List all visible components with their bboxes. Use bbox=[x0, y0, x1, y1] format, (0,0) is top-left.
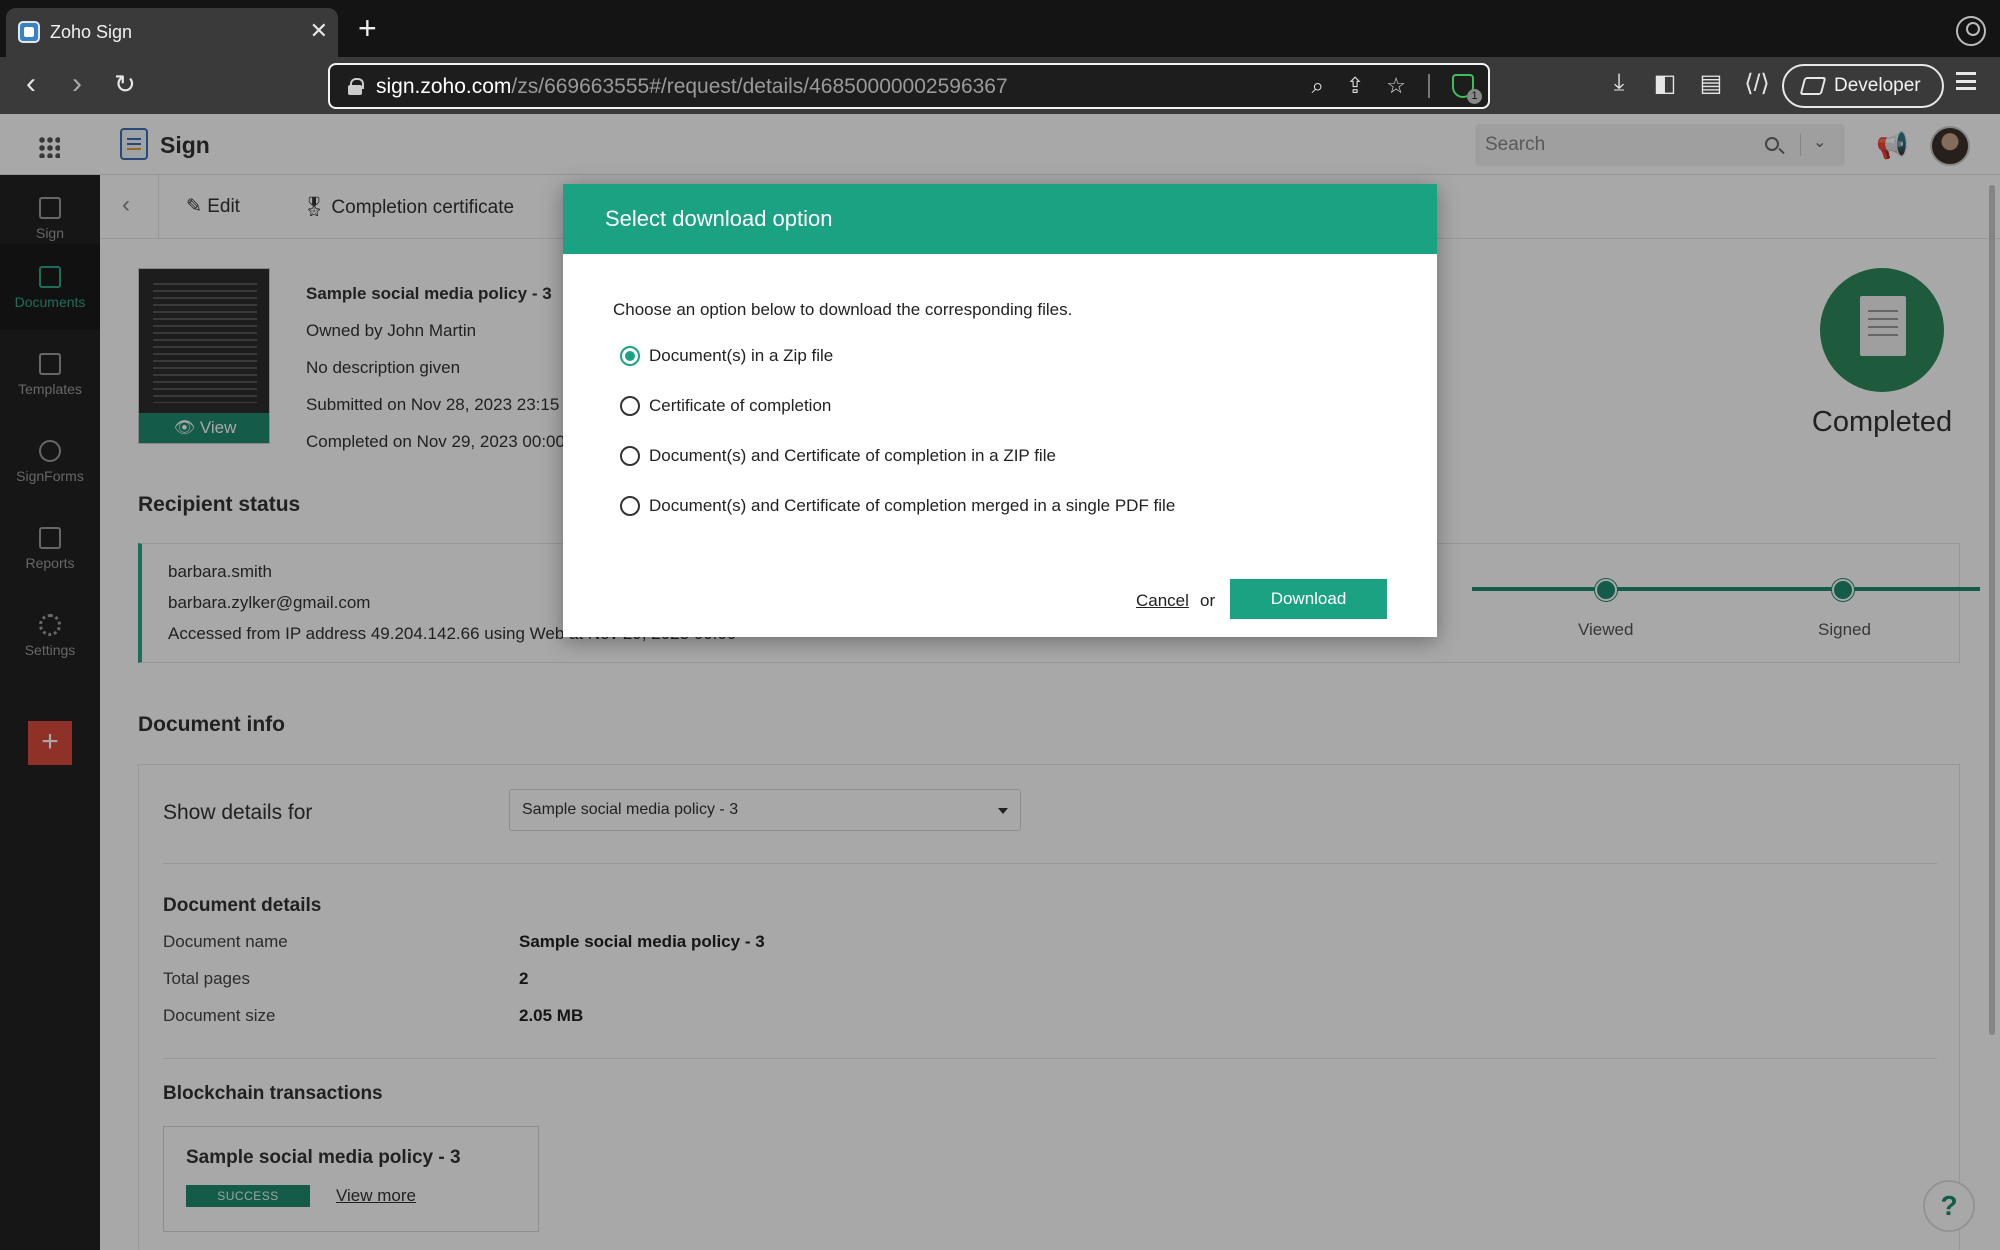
address-bar-actions: ⌕ ⇪ ☆ 1 bbox=[1312, 73, 1482, 104]
bookmark-star-icon[interactable]: ☆ bbox=[1386, 73, 1406, 99]
url-path: /zs/669663555#/request/details/468500000… bbox=[511, 75, 1008, 98]
forward-arrow-icon[interactable]: › bbox=[72, 65, 82, 103]
browser-menu-icon[interactable] bbox=[1956, 72, 1976, 90]
download-icon[interactable]: ⤓ bbox=[1606, 69, 1632, 98]
download-button[interactable]: Download bbox=[1230, 579, 1387, 619]
back-arrow-icon[interactable]: ‹ bbox=[26, 65, 36, 103]
radio-button[interactable] bbox=[620, 346, 640, 366]
download-option-dialog: Select download option Choose an option … bbox=[563, 184, 1437, 637]
url-host: sign.zoho.com bbox=[376, 75, 512, 98]
dialog-header: Select download option bbox=[563, 184, 1437, 254]
browser-toolbar-icons: ⤓ ◧ ▤ ⟨/⟩ bbox=[1606, 69, 1770, 98]
browser-profile-icon[interactable] bbox=[1956, 16, 1986, 46]
url-text[interactable]: sign.zoho.com/zs/669663555#/request/deta… bbox=[376, 75, 1008, 99]
dialog-description: Choose an option below to download the c… bbox=[613, 300, 1073, 319]
option-label: Document(s) in a Zip file bbox=[649, 346, 834, 365]
share-icon[interactable]: ⇪ bbox=[1346, 73, 1364, 99]
radio-button[interactable] bbox=[620, 446, 640, 466]
option-label: Certificate of completion bbox=[649, 396, 832, 415]
or-text: or bbox=[1200, 591, 1216, 610]
lock-icon bbox=[348, 78, 364, 95]
tab-close-icon[interactable]: ✕ bbox=[310, 18, 328, 44]
radio-button[interactable] bbox=[620, 496, 640, 516]
developer-label: Developer bbox=[1834, 75, 1921, 96]
shield-badge: 1 bbox=[1467, 89, 1482, 104]
browser-tab[interactable]: Zoho Sign ✕ bbox=[6, 8, 338, 57]
radio-button[interactable] bbox=[620, 396, 640, 416]
reload-icon[interactable]: ↻ bbox=[114, 65, 136, 103]
option-label: Document(s) and Certificate of completio… bbox=[649, 446, 1056, 465]
zoom-icon[interactable]: ⌕ bbox=[1312, 73, 1324, 99]
cancel-link[interactable]: Cancel bbox=[1136, 591, 1189, 611]
code-icon[interactable]: ⟨/⟩ bbox=[1744, 69, 1770, 98]
reader-icon[interactable]: ▤ bbox=[1698, 69, 1724, 98]
developer-icon bbox=[1799, 77, 1827, 95]
new-tab-button[interactable]: + bbox=[358, 12, 377, 44]
zoho-sign-favicon-icon bbox=[18, 21, 40, 43]
developer-button[interactable]: Developer bbox=[1782, 64, 1944, 108]
sidebar-toggle-icon[interactable]: ◧ bbox=[1652, 69, 1678, 98]
dialog-title: Select download option bbox=[605, 206, 833, 231]
browser-tab-strip: Zoho Sign ✕ + bbox=[0, 0, 2000, 57]
option-label: Document(s) and Certificate of completio… bbox=[649, 496, 1176, 515]
address-bar[interactable]: sign.zoho.com/zs/669663555#/request/deta… bbox=[328, 63, 1490, 109]
tab-title: Zoho Sign bbox=[50, 22, 133, 42]
shield-icon[interactable]: 1 bbox=[1452, 74, 1482, 104]
divider bbox=[1428, 74, 1430, 98]
